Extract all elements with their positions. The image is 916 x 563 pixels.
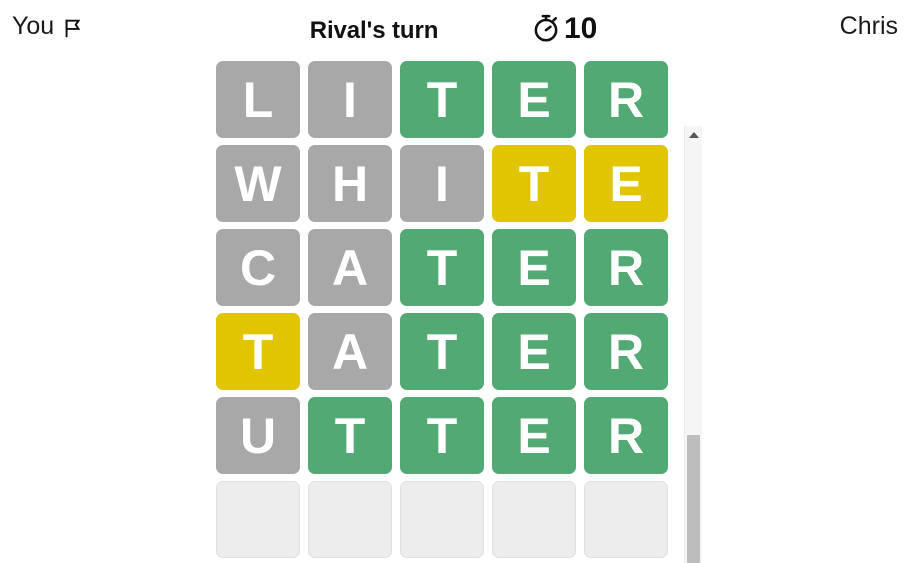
board-row — [216, 481, 668, 558]
letter-tile: R — [584, 313, 668, 390]
letter-tile: E — [492, 313, 576, 390]
letter-tile: W — [216, 145, 300, 222]
letter-tile: L — [216, 61, 300, 138]
timer-value: 10 — [564, 12, 598, 45]
turn-status: Rival's turn — [309, 17, 439, 44]
stopwatch-icon — [530, 12, 562, 44]
letter-tile: T — [308, 397, 392, 474]
chevron-up-icon — [688, 131, 699, 138]
scrollbar-thumb[interactable] — [687, 435, 700, 563]
letter-tile: E — [492, 229, 576, 306]
letter-tile: A — [308, 313, 392, 390]
board-row: UTTER — [216, 397, 668, 474]
letter-tile — [216, 481, 300, 558]
letter-tile: T — [400, 313, 484, 390]
letter-tile: E — [492, 61, 576, 138]
letter-tile: I — [400, 145, 484, 222]
scrollbar-track[interactable] — [685, 143, 702, 563]
turn-timer: 10 — [530, 12, 597, 44]
letter-tile: C — [216, 229, 300, 306]
letter-tile — [400, 481, 484, 558]
letter-tile: E — [492, 397, 576, 474]
board-row: CATER — [216, 229, 668, 306]
letter-tile: R — [584, 397, 668, 474]
board-row: WHITE — [216, 145, 668, 222]
letter-tile: T — [400, 397, 484, 474]
right-player-name: Chris — [839, 12, 898, 40]
board-area: LITERWHITECATERTATERUTTER — [0, 60, 916, 563]
scroll-up-button[interactable] — [685, 126, 702, 143]
letter-tile: T — [400, 61, 484, 138]
game-header: You Rival's turn 10 Chris — [0, 0, 916, 60]
letter-tile: U — [216, 397, 300, 474]
letter-tile: E — [584, 145, 668, 222]
letter-tile: T — [492, 145, 576, 222]
board-row: LITER — [216, 61, 668, 138]
letter-tile: I — [308, 61, 392, 138]
letter-tile: R — [584, 61, 668, 138]
letter-tile: H — [308, 145, 392, 222]
letter-tile: A — [308, 229, 392, 306]
wordle-board: LITERWHITECATERTATERUTTER — [216, 61, 668, 558]
board-row: TATER — [216, 313, 668, 390]
letter-tile — [308, 481, 392, 558]
letter-tile — [584, 481, 668, 558]
letter-tile: T — [216, 313, 300, 390]
letter-tile: T — [400, 229, 484, 306]
letter-tile — [492, 481, 576, 558]
board-scrollbar[interactable] — [684, 126, 702, 563]
letter-tile: R — [584, 229, 668, 306]
